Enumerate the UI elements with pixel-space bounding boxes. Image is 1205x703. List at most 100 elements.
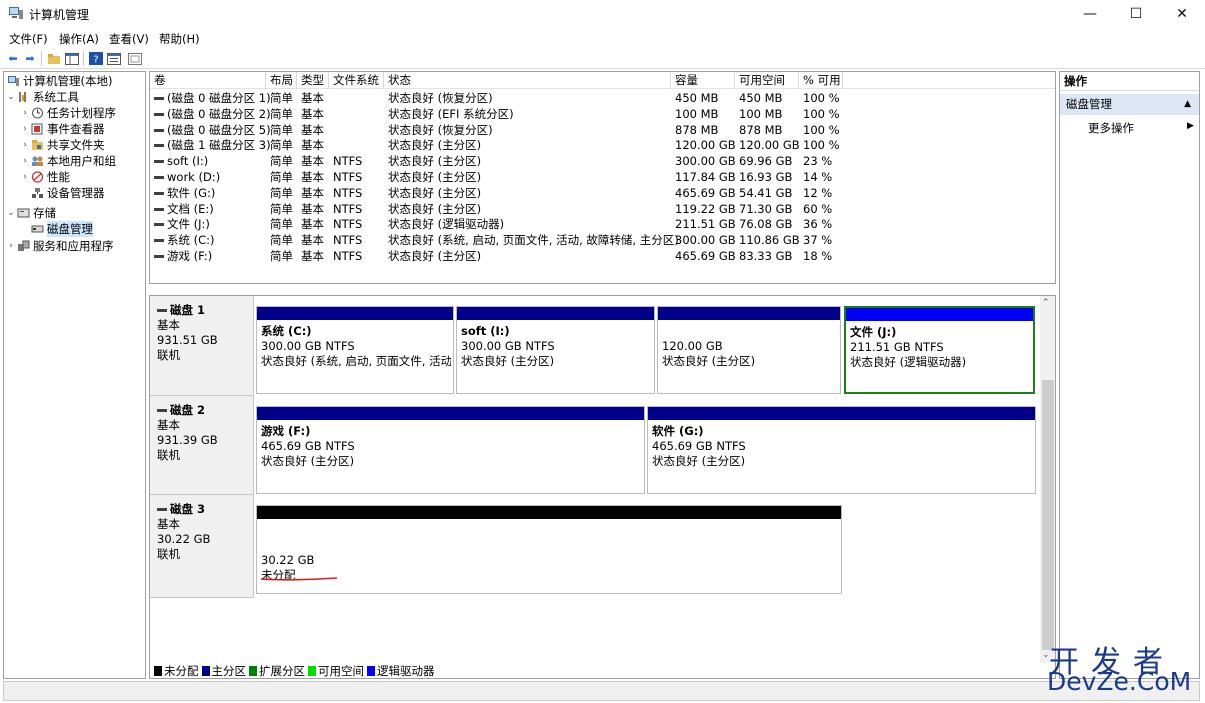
tree-item-disk-management[interactable]: 磁盘管理	[30, 221, 93, 237]
vol-capacity: 211.51 GB	[675, 217, 736, 232]
help-icon[interactable]: ?	[88, 51, 104, 66]
volume-icon	[154, 112, 164, 116]
partition-type-bar	[257, 407, 644, 420]
vol-free: 120.00 GB	[739, 138, 800, 153]
tree-item-shared-folders[interactable]: › 共享文件夹	[20, 137, 104, 153]
partition-type-bar	[257, 506, 841, 519]
vol-capacity: 465.69 GB	[675, 185, 736, 200]
table-row[interactable]: 软件 (G:) 简单 基本 NTFS 状态良好 (主分区) 465.69 GB 54.41 …	[150, 185, 1055, 201]
vol-layout: 简单	[270, 233, 293, 248]
actions-header: 操作	[1060, 72, 1199, 91]
partition-block[interactable]: 30.22 GB 未分配	[256, 505, 842, 594]
actions-section-disk-management[interactable]: 磁盘管理 ▲	[1060, 94, 1199, 115]
partition-size: 120.00 GB	[662, 339, 723, 353]
tree-item-storage[interactable]: ⌄ 存储	[6, 205, 56, 221]
collapse-up-icon[interactable]: ▲	[1184, 94, 1191, 115]
chevron-right-icon[interactable]: ›	[20, 108, 30, 118]
column-layout[interactable]: 布局	[266, 72, 297, 89]
scrollbar-thumb[interactable]	[1042, 380, 1054, 650]
tree-item-local-users[interactable]: › 本地用户和组	[20, 153, 116, 169]
disk-graphical-view: 磁盘 1 基本 931.51 GB 联机 系统 (C:) 300.00 GB NTFS 状态…	[149, 295, 1056, 679]
disk-label[interactable]: 磁盘 2 基本 931.39 GB 联机	[150, 396, 254, 495]
column-filesystem[interactable]: 文件系统	[329, 72, 384, 89]
tree-item-root[interactable]: 计算机管理(本地)	[6, 73, 112, 89]
table-row[interactable]: 文档 (E:) 简单 基本 NTFS 状态良好 (主分区) 119.22 GB 71.30 …	[150, 201, 1055, 217]
chevron-down-icon[interactable]: ⌄	[6, 208, 16, 218]
chevron-up-icon[interactable]: ⌃	[1042, 298, 1050, 308]
menu-help[interactable]: 帮助(H)	[159, 31, 200, 47]
disk-size: 931.51 GB	[157, 333, 218, 347]
services-icon	[18, 240, 30, 251]
legend-swatch	[308, 666, 316, 676]
tree-item-system-tools[interactable]: ⌄ 系统工具	[6, 89, 79, 105]
up-folder-icon[interactable]	[46, 51, 62, 66]
shared-folder-icon	[32, 140, 43, 150]
computer-management-icon	[9, 7, 23, 19]
column-type[interactable]: 类型	[297, 72, 329, 89]
partition-block[interactable]: soft (I:) 300.00 GB NTFS 状态良好 (主分区)	[456, 306, 655, 394]
table-row[interactable]: (磁盘 1 磁盘分区 3) 简单 基本 状态良好 (主分区) 120.00 GB 120.…	[150, 137, 1055, 153]
disk-label[interactable]: 磁盘 3 基本 30.22 GB 联机	[150, 495, 254, 598]
close-button[interactable]: ✕	[1159, 0, 1205, 28]
chevron-right-icon[interactable]: ›	[20, 172, 30, 182]
table-row[interactable]: 文件 (J:) 简单 基本 NTFS 状态良好 (逻辑驱动器) 211.51 GB 76.0…	[150, 216, 1055, 232]
table-row[interactable]: (磁盘 0 磁盘分区 5) 简单 基本 状态良好 (恢复分区) 878 MB 878 MB…	[150, 122, 1055, 138]
partition-block[interactable]: 游戏 (F:) 465.69 GB NTFS 状态良好 (主分区)	[256, 406, 645, 494]
forward-arrow-icon[interactable]: ➡	[22, 51, 38, 66]
vol-status: 状态良好 (主分区)	[388, 170, 482, 184]
vol-percent: 36 %	[803, 217, 833, 232]
vertical-scrollbar[interactable]: ⌃ ⌄	[1040, 296, 1055, 663]
vol-percent: 100 %	[803, 106, 840, 121]
chevron-down-icon[interactable]: ⌄	[6, 92, 16, 102]
more-actions-link[interactable]: 更多操作	[1088, 120, 1134, 136]
storage-icon	[17, 208, 30, 218]
vol-name: (磁盘 0 磁盘分区 2)	[154, 106, 271, 122]
vol-name: 文档 (E:)	[154, 201, 214, 217]
column-percent-free[interactable]: % 可用	[799, 72, 843, 89]
vol-free: 110.86 GB	[739, 233, 800, 248]
table-row[interactable]: soft (I:) 简单 基本 NTFS 状态良好 (主分区) 300.00 GB 69.9…	[150, 153, 1055, 169]
table-row[interactable]: work (D:) 简单 基本 NTFS 状态良好 (主分区) 117.84 GB 16.9…	[150, 169, 1055, 185]
tree-item-event-viewer[interactable]: › 事件查看器	[20, 121, 104, 137]
disk-status: 联机	[157, 348, 180, 362]
chevron-right-icon: ▶	[1187, 121, 1194, 131]
column-capacity[interactable]: 容量	[671, 72, 735, 89]
column-volume[interactable]: 卷	[150, 72, 266, 89]
table-row[interactable]: (磁盘 0 磁盘分区 2) 简单 基本 状态良好 (EFI 系统分区) 100 MB 10…	[150, 106, 1055, 122]
partition-block[interactable]: 软件 (G:) 465.69 GB NTFS 状态良好 (主分区)	[647, 406, 1036, 494]
console-view-icon[interactable]	[127, 51, 143, 66]
show-hide-tree-icon[interactable]	[64, 51, 80, 66]
partition-block[interactable]: 系统 (C:) 300.00 GB NTFS 状态良好 (系统, 启动, 页面文件,…	[256, 306, 454, 394]
menu-file[interactable]: 文件(F)	[9, 31, 48, 47]
disk-type: 基本	[157, 418, 180, 432]
volume-list: 卷 布局 类型 文件系统 状态 容量 可用空间 % 可用 (磁盘 0 磁盘分区 …	[149, 71, 1056, 284]
back-arrow-icon[interactable]: ⬅	[5, 51, 21, 66]
chevron-right-icon[interactable]: ›	[20, 124, 30, 134]
menu-action[interactable]: 操作(A)	[59, 31, 99, 47]
disk-label[interactable]: 磁盘 1 基本 931.51 GB 联机	[150, 296, 254, 396]
column-free-space[interactable]: 可用空间	[735, 72, 799, 89]
column-status[interactable]: 状态	[384, 72, 671, 89]
chevron-right-icon[interactable]: ›	[20, 140, 30, 150]
table-row[interactable]: 游戏 (F:) 简单 基本 NTFS 状态良好 (主分区) 465.69 GB 83.33 …	[150, 248, 1055, 264]
properties-icon[interactable]	[106, 51, 122, 66]
vol-capacity: 465.69 GB	[675, 249, 736, 263]
vol-status: 状态良好 (主分区)	[388, 201, 482, 216]
vol-layout: 简单	[270, 249, 293, 263]
tree-item-device-manager[interactable]: 设备管理器	[30, 185, 105, 201]
chevron-right-icon[interactable]: ›	[6, 241, 16, 251]
tree-item-performance[interactable]: › 性能	[20, 169, 70, 185]
partition-block[interactable]: 文件 (J:) 211.51 GB NTFS 状态良好 (逻辑驱动器)	[844, 306, 1035, 394]
vol-capacity: 300.00 GB	[675, 233, 736, 248]
menu-view[interactable]: 查看(V)	[109, 31, 149, 47]
partition-block[interactable]: 120.00 GB 状态良好 (主分区)	[657, 306, 841, 394]
tree-item-services[interactable]: › 服务和应用程序	[6, 238, 113, 254]
table-row[interactable]: (磁盘 0 磁盘分区 1) 简单 基本 状态良好 (恢复分区) 450 MB 450 MB…	[150, 90, 1055, 106]
table-row[interactable]: 系统 (C:) 简单 基本 NTFS 状态良好 (系统, 启动, 页面文件, 活动, 故…	[150, 232, 1055, 248]
tree-item-task-scheduler[interactable]: › 任务计划程序	[20, 105, 116, 121]
chevron-right-icon[interactable]: ›	[20, 156, 30, 166]
minimize-button[interactable]: —	[1067, 0, 1113, 28]
maximize-button[interactable]: ☐	[1113, 0, 1159, 28]
vol-status: 状态良好 (逻辑驱动器)	[388, 217, 505, 232]
vol-fs: NTFS	[333, 170, 363, 184]
